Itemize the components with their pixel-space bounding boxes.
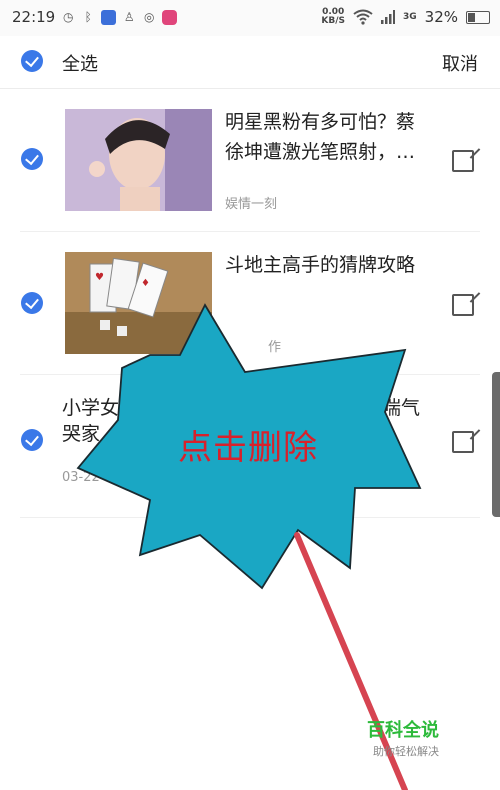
delete-callout-label: 点击删除 xyxy=(178,428,318,468)
delete-callout-overlay xyxy=(76,303,422,790)
watermark-subtitle: 助你轻松解决 xyxy=(373,745,439,758)
watermark-title: 百科全说 xyxy=(367,720,439,741)
